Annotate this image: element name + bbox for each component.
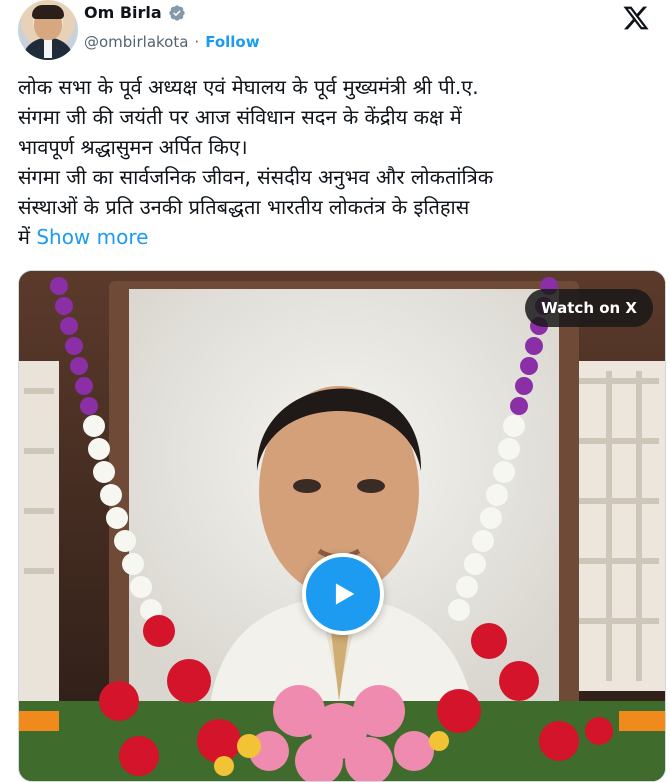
play-icon[interactable] (302, 553, 384, 635)
author-handle[interactable]: @ombirlakota (84, 33, 188, 51)
follow-button[interactable]: Follow (205, 33, 259, 51)
author-name-row: Om Birla (84, 3, 186, 22)
post-body: लोक सभा के पूर्व अध्यक्ष एवं मेघालय के प… (18, 75, 494, 249)
separator-dot: · (194, 33, 200, 51)
author-handle-row: @ombirlakota · Follow (84, 33, 260, 51)
video-thumbnail (19, 271, 665, 781)
post-text: लोक सभा के पूर्व अध्यक्ष एवं मेघालय के प… (18, 72, 646, 252)
post-header: Om Birla @ombirlakota · Follow (18, 0, 658, 62)
avatar[interactable] (18, 0, 78, 60)
verified-badge-icon (168, 4, 186, 22)
watch-on-x-button[interactable]: Watch on X (525, 289, 653, 327)
x-logo-icon[interactable] (622, 4, 650, 32)
video-player[interactable]: Watch on X (18, 270, 666, 782)
show-more-link[interactable]: Show more (36, 225, 148, 249)
author-name[interactable]: Om Birla (84, 3, 162, 22)
